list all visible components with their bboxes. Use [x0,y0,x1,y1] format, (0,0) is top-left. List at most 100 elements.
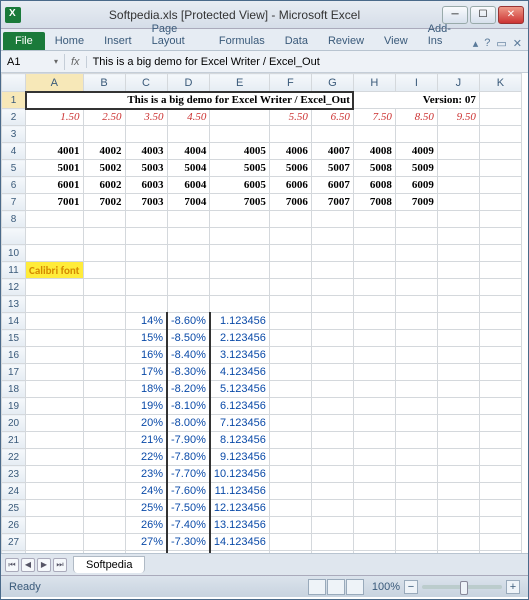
cell[interactable] [353,432,395,449]
cell[interactable] [210,279,270,296]
cell[interactable] [269,347,311,364]
cell[interactable] [437,194,479,211]
cell[interactable] [395,279,437,296]
close-button[interactable]: ✕ [498,6,524,24]
cell[interactable]: 22% [125,449,167,466]
cell[interactable]: 10.123456 [210,466,270,483]
zoom-level[interactable]: 100% [372,581,400,593]
cell[interactable] [437,500,479,517]
cell[interactable]: -7.80% [167,449,210,466]
cell[interactable] [311,228,353,245]
cell[interactable] [269,449,311,466]
cell[interactable] [311,500,353,517]
cell[interactable] [26,347,84,364]
row-header[interactable] [2,228,26,245]
cell[interactable] [26,245,84,262]
cell[interactable] [311,551,353,554]
page-layout-view-icon[interactable] [327,579,345,595]
col-header[interactable]: F [269,74,311,92]
cell[interactable] [437,381,479,398]
cell[interactable] [210,296,270,313]
cell[interactable]: 6004 [167,177,210,194]
cell[interactable]: 3.50 [125,109,167,126]
cell[interactable]: 4004 [167,143,210,160]
select-all-corner[interactable] [2,74,26,92]
cell[interactable] [353,262,395,279]
cell[interactable] [125,279,167,296]
cell[interactable] [26,211,84,228]
col-header[interactable]: A [26,74,84,92]
cell[interactable]: This is a big demo for Excel Writer / Ex… [26,92,354,109]
cell[interactable] [395,228,437,245]
cell[interactable]: 28% [125,551,167,554]
page-break-view-icon[interactable] [346,579,364,595]
cell[interactable] [125,211,167,228]
cell[interactable] [437,364,479,381]
cell[interactable]: 7004 [167,194,210,211]
cell[interactable]: 7006 [269,194,311,211]
cell[interactable] [269,398,311,415]
cell[interactable] [26,449,84,466]
cell[interactable] [125,262,167,279]
cell[interactable] [437,160,479,177]
cell[interactable] [437,551,479,554]
cell[interactable] [210,245,270,262]
cell[interactable] [269,126,311,143]
cell[interactable]: 7002 [83,194,125,211]
zoom-out-button[interactable]: − [404,580,418,594]
cell[interactable] [311,347,353,364]
cell[interactable] [311,534,353,551]
cell[interactable]: -8.20% [167,381,210,398]
cell[interactable]: 1.123456 [210,313,270,330]
cell[interactable] [269,313,311,330]
cell[interactable]: 16% [125,347,167,364]
cell[interactable]: 5005 [210,160,270,177]
cell[interactable] [395,500,437,517]
cell[interactable] [83,313,125,330]
cell[interactable] [210,211,270,228]
cell[interactable] [83,534,125,551]
cell[interactable] [395,415,437,432]
cell[interactable]: 6007 [311,177,353,194]
cell[interactable] [353,517,395,534]
cell[interactable]: -7.40% [167,517,210,534]
cell[interactable] [479,449,521,466]
cell[interactable] [26,126,84,143]
row-header[interactable]: 24 [2,483,26,500]
tab-add-ins[interactable]: Add-Ins [418,20,467,50]
cell[interactable] [83,415,125,432]
cell[interactable] [311,211,353,228]
cell[interactable] [26,398,84,415]
cell[interactable] [210,109,270,126]
cell[interactable]: -7.30% [167,534,210,551]
cell[interactable] [437,245,479,262]
cell[interactable] [395,245,437,262]
cell[interactable]: -7.60% [167,483,210,500]
col-header[interactable]: J [437,74,479,92]
cell[interactable] [269,279,311,296]
cell[interactable] [479,483,521,500]
cell[interactable]: 7008 [353,194,395,211]
normal-view-icon[interactable] [308,579,326,595]
cell[interactable] [83,211,125,228]
cell[interactable]: -7.90% [167,432,210,449]
cell[interactable] [353,245,395,262]
cell[interactable]: 18% [125,381,167,398]
row-header[interactable]: 12 [2,279,26,296]
row-header[interactable]: 4 [2,143,26,160]
cell[interactable]: 7003 [125,194,167,211]
cell[interactable] [353,398,395,415]
cell[interactable]: 7.123456 [210,415,270,432]
cell[interactable] [83,296,125,313]
cell[interactable]: 25% [125,500,167,517]
cell[interactable]: 14% [125,313,167,330]
cell[interactable] [479,160,521,177]
cell[interactable] [167,296,210,313]
cell[interactable]: 5003 [125,160,167,177]
cell[interactable]: -8.40% [167,347,210,364]
cell[interactable]: 15% [125,330,167,347]
cell[interactable] [437,517,479,534]
cell[interactable] [269,330,311,347]
cell[interactable]: 4003 [125,143,167,160]
row-header[interactable]: 19 [2,398,26,415]
